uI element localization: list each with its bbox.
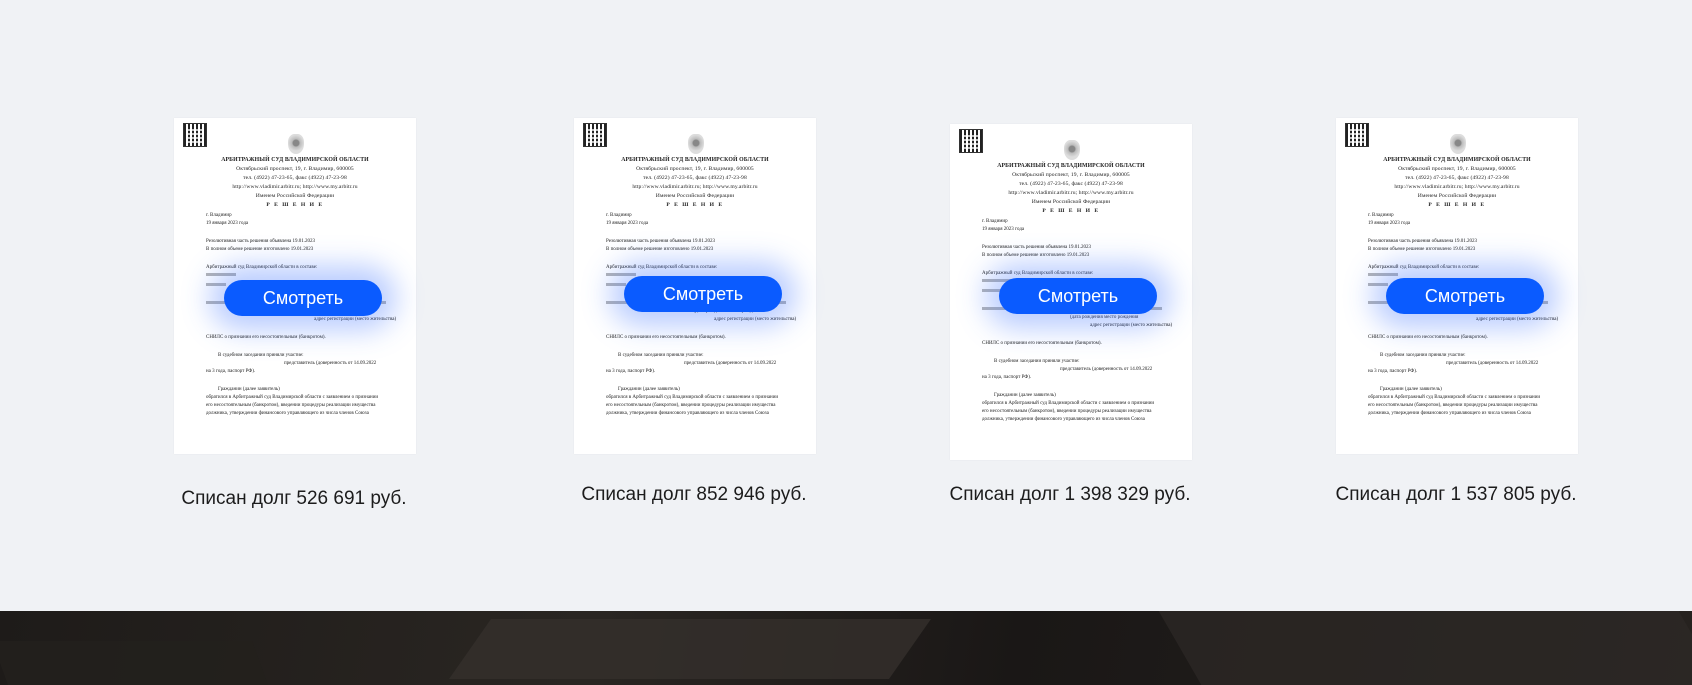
- court-name: АРБИТРАЖНЫЙ СУД ВЛАДИМИРСКОЙ ОБЛАСТИ: [621, 157, 769, 163]
- coat-of-arms-icon: [1064, 140, 1080, 160]
- court-address: Октябрьский проспект, 19, г. Владимир, 6…: [636, 166, 754, 172]
- court-site: http://www.vladimir.arbitr.ru; http://ww…: [1008, 190, 1134, 196]
- doc-line: СНИЛС о признании его несостоятельным (б…: [606, 335, 726, 340]
- view-button[interactable]: Смотреть: [1386, 278, 1544, 314]
- decision-heading: Р Е Ш Е Н И Е: [1042, 208, 1100, 214]
- qr-code-icon: [959, 129, 983, 153]
- doc-line: адрес регистрации (место жительства): [1476, 317, 1559, 322]
- name-of-federation: Именем Российской Федерации: [1417, 193, 1497, 199]
- doc-line: адрес регистрации (место жительства): [1090, 323, 1173, 328]
- doc-line: Арбитражный суд Владимирской области в с…: [206, 265, 318, 270]
- court-address: Октябрьский проспект, 19, г. Владимир, 6…: [1012, 172, 1130, 178]
- doc-line: В полном объеме решение изготовлено 19.0…: [606, 247, 714, 252]
- view-button[interactable]: Смотреть: [624, 276, 782, 312]
- doc-line: на 3 года, паспорт РФ).: [982, 375, 1032, 380]
- court-site: http://www.vladimir.arbitr.ru; http://ww…: [632, 184, 758, 190]
- doc-line: В полном объеме решение изготовлено 19.0…: [206, 247, 314, 252]
- doc-line: на 3 года, паспорт РФ).: [206, 369, 256, 374]
- doc-line: адрес регистрации (место жительства): [714, 317, 797, 322]
- court-phone: тел. (4922) 47-23-65, факс (4922) 47-23-…: [1019, 181, 1123, 187]
- court-name: АРБИТРАЖНЫЙ СУД ВЛАДИМИРСКОЙ ОБЛАСТИ: [997, 163, 1145, 169]
- qr-code-icon: [1345, 123, 1369, 147]
- court-phone: тел. (4922) 47-23-65, факс (4922) 47-23-…: [643, 175, 747, 181]
- coat-of-arms-icon: [1450, 134, 1466, 154]
- doc-line: Арбитражный суд Владимирской области в с…: [606, 265, 718, 270]
- name-of-federation: Именем Российской Федерации: [1031, 199, 1111, 205]
- qr-code-icon: [583, 123, 607, 147]
- court-phone: тел. (4922) 47-23-65, факс (4922) 47-23-…: [243, 175, 347, 181]
- decision-heading: Р Е Ш Е Н И Е: [1428, 202, 1486, 208]
- doc-line: представитель (доверенность от 14.09.202…: [1060, 367, 1153, 372]
- name-of-federation: Именем Российской Федерации: [255, 193, 335, 199]
- doc-line: должника, утверждении финансового управл…: [1368, 411, 1531, 416]
- doc-line: 19 января 2023 года: [206, 221, 249, 226]
- doc-line: представитель (доверенность от 14.09.202…: [684, 361, 777, 366]
- doc-line: 19 января 2023 года: [1368, 221, 1411, 226]
- doc-line: должника, утверждении финансового управл…: [606, 411, 769, 416]
- footer-background: [0, 611, 1692, 685]
- doc-line: В полном объеме решение изготовлено 19.0…: [982, 253, 1090, 258]
- court-site: http://www.vladimir.arbitr.ru; http://ww…: [1394, 184, 1520, 190]
- doc-line: В полном объеме решение изготовлено 19.0…: [1368, 247, 1476, 252]
- decision-heading: Р Е Ш Е Н И Е: [266, 202, 324, 208]
- coat-of-arms-icon: [688, 134, 704, 154]
- doc-line: должника, утверждении финансового управл…: [206, 411, 369, 416]
- coat-of-arms-icon: [288, 134, 304, 154]
- view-button[interactable]: Смотреть: [999, 278, 1157, 314]
- debt-written-off-caption: Списан долг 852 946 руб.: [581, 484, 807, 505]
- debt-written-off-caption: Списан долг 526 691 руб.: [181, 488, 407, 509]
- doc-line: адрес регистрации (место жительства): [314, 317, 397, 322]
- court-name: АРБИТРАЖНЫЙ СУД ВЛАДИМИРСКОЙ ОБЛАСТИ: [221, 157, 369, 163]
- doc-line: СНИЛС о признании его несостоятельным (б…: [206, 335, 326, 340]
- court-name: АРБИТРАЖНЫЙ СУД ВЛАДИМИРСКОЙ ОБЛАСТИ: [1383, 157, 1531, 163]
- court-address: Октябрьский проспект, 19, г. Владимир, 6…: [1398, 166, 1516, 172]
- doc-line: 19 января 2023 года: [982, 227, 1025, 232]
- debt-written-off-caption: Списан долг 1 398 329 руб.: [949, 484, 1191, 505]
- doc-line: 19 января 2023 года: [606, 221, 649, 226]
- doc-line: на 3 года, паспорт РФ).: [606, 369, 656, 374]
- court-phone: тел. (4922) 47-23-65, факс (4922) 47-23-…: [1405, 175, 1509, 181]
- doc-line: СНИЛС о признании его несостоятельным (б…: [1368, 335, 1488, 340]
- view-button[interactable]: Смотреть: [224, 280, 382, 316]
- decision-heading: Р Е Ш Е Н И Е: [666, 202, 724, 208]
- doc-line: Арбитражный суд Владимирской области в с…: [1368, 265, 1480, 270]
- name-of-federation: Именем Российской Федерации: [655, 193, 735, 199]
- court-address: Октябрьский проспект, 19, г. Владимир, 6…: [236, 166, 354, 172]
- doc-line: должника, утверждении финансового управл…: [982, 417, 1145, 422]
- court-site: http://www.vladimir.arbitr.ru; http://ww…: [232, 184, 358, 190]
- qr-code-icon: [183, 123, 207, 147]
- doc-line: представитель (доверенность от 14.09.202…: [1446, 361, 1539, 366]
- doc-line: представитель (доверенность от 14.09.202…: [284, 361, 377, 366]
- debt-written-off-caption: Списан долг 1 537 805 руб.: [1335, 484, 1577, 505]
- doc-line: СНИЛС о признании его несостоятельным (б…: [982, 341, 1102, 346]
- doc-line: на 3 года, паспорт РФ).: [1368, 369, 1418, 374]
